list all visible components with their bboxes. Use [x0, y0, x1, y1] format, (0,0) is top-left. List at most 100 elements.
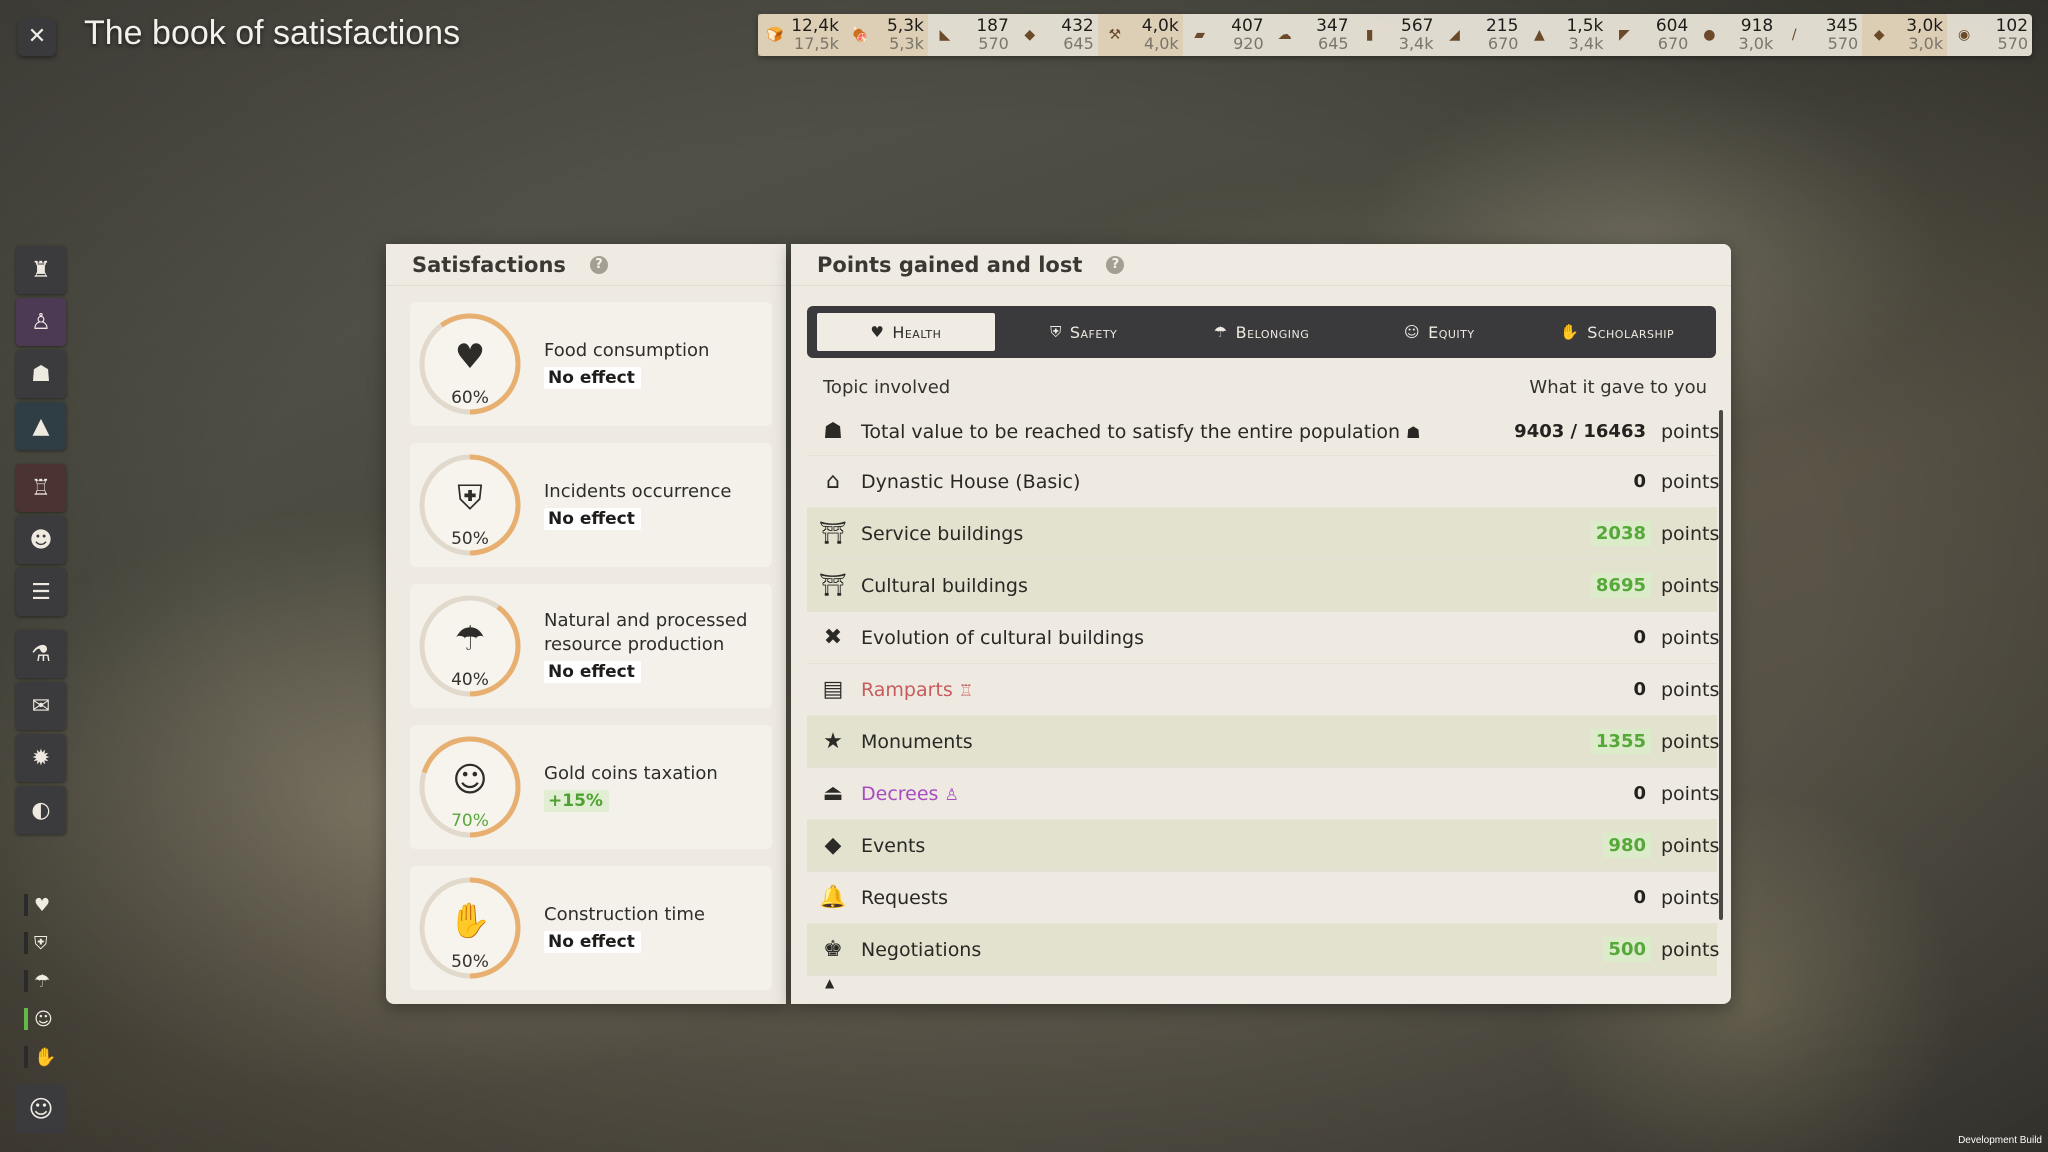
row-label-text: Requests [861, 886, 949, 909]
resource-item[interactable]: ◤ 604 670 [1607, 14, 1692, 56]
table-row[interactable]: ★ Monuments 1355 points [807, 716, 1719, 768]
mini-item[interactable]: ☂ [24, 968, 64, 994]
resource-max: 645 [1318, 34, 1349, 53]
mini-progress-bar [24, 932, 28, 954]
sword-icon: / [1791, 27, 1797, 43]
resource-item[interactable]: ▲ 1,5k 3,4k [1522, 14, 1607, 56]
satisfaction-gauge: ☺ 70% [414, 731, 526, 843]
row-unit: points [1661, 938, 1720, 961]
resource-max: 570 [978, 34, 1009, 53]
table-row[interactable]: ◆ Events 980 points [807, 820, 1719, 872]
close-button[interactable]: ✕ [18, 18, 56, 56]
resource-max: 3,4k [1398, 34, 1434, 53]
list-icon[interactable]: ☰ [16, 568, 66, 616]
scholarship-icon[interactable]: ▲ [16, 402, 66, 450]
settlement-icon[interactable]: ♜ [16, 246, 66, 294]
mini-item[interactable]: ☺ [24, 1006, 64, 1032]
resource-item[interactable]: ● 918 3,0k [1692, 14, 1777, 56]
tab-equity[interactable]: ☺ Equity [1350, 313, 1528, 351]
tab-belonging[interactable]: ☂ Belonging [1173, 313, 1351, 351]
table-row[interactable]: ⛩ Cultural buildings 8695 points [807, 560, 1719, 612]
row-value: 0 [1633, 783, 1646, 804]
table-row[interactable]: ⌂ Dynastic House (Basic) 0 points [807, 456, 1719, 508]
resource-max: 3,0k [1738, 34, 1774, 53]
mini-item[interactable]: ⛨ [24, 930, 64, 956]
mini-progress-bar [24, 1008, 28, 1030]
tab-label: Safety [1069, 322, 1118, 342]
row-label: Cultural buildings [861, 575, 1591, 597]
potion-icon[interactable]: ⚗ [16, 630, 66, 678]
tab-safety[interactable]: ⛨ Safety [995, 313, 1173, 351]
resource-item[interactable]: ▮ 567 3,4k [1353, 14, 1438, 56]
help-icon[interactable]: ? [1106, 255, 1125, 274]
resource-max: 645 [1063, 34, 1094, 53]
satisfactions-panel: Satisfactions ? ♥ 60% Food consumption No e… [386, 244, 786, 1004]
row-unit: points [1661, 522, 1720, 545]
satisfaction-card[interactable]: ⛨ 50% Incidents occurrence No effect [410, 443, 772, 567]
resource-item[interactable]: 🍞 12,4k 17,5k [758, 14, 843, 56]
resource-item[interactable]: / 345 570 [1777, 14, 1862, 56]
table-row[interactable]: ⛩ Service buildings 2038 points [807, 508, 1720, 560]
resource-item[interactable]: ◣ 187 570 [928, 14, 1013, 56]
settings-icon[interactable]: ✹ [16, 734, 66, 782]
resource-item[interactable]: 🍖 5,3k 5,3k [842, 14, 928, 56]
development-build-label: Development Build [1958, 1135, 2042, 1146]
people-group-icon[interactable]: ☺ [16, 1084, 66, 1134]
resource-max: 17,5k [794, 34, 839, 53]
scrollbar[interactable] [1719, 410, 1723, 920]
row-label-text: Evolution of cultural buildings [861, 626, 1145, 649]
resource-item[interactable]: ⚒ 4,0k 4,0k [1097, 14, 1183, 56]
resource-max: 570 [1997, 34, 2029, 53]
gauge-percent: 40% [451, 670, 489, 690]
resource-values: 4,0k 4,0k [1130, 16, 1179, 53]
table-row[interactable]: ☗ Total value to be reached to satisfy th… [807, 408, 1720, 456]
decree-icon[interactable]: ♙ [16, 298, 66, 346]
mini-item[interactable]: ♥ [24, 892, 64, 918]
help-icon[interactable]: ? [589, 255, 608, 274]
monument-icon: ★ [823, 729, 843, 754]
resource-bar: 🍞 12,4k 17,5k 🍖 5,3k 5,3k ◣ 187 570 ◆ 432 645 ⚒ 4,0k 4… [758, 14, 2032, 56]
mail-icon[interactable]: ✉ [16, 682, 66, 730]
worker-icon: ⚒ [1108, 27, 1122, 43]
satisfaction-card[interactable]: ☂ 40% Natural and processed resource produ… [410, 584, 772, 708]
resource-item[interactable]: ◆ 432 645 [1013, 14, 1098, 56]
satisfactions-header: Satisfactions ? [386, 244, 786, 286]
resource-current: 345 [1825, 16, 1859, 36]
tab-scholarship[interactable]: ✋ Scholarship [1528, 313, 1706, 351]
resource-item[interactable]: ◢ 215 670 [1438, 14, 1523, 56]
table-row[interactable]: ▤ Ramparts ♖ 0 points [807, 664, 1719, 716]
satisfaction-card[interactable]: ✋ 50% Construction time No effect [410, 866, 772, 990]
table-row[interactable]: ✖ Evolution of cultural buildings 0 points [807, 612, 1720, 664]
row-suffix-icon: ♙ [944, 784, 959, 804]
population-icon[interactable]: ☗ [16, 350, 66, 398]
satisfaction-card[interactable]: ♥ 60% Food consumption No effect [410, 302, 772, 426]
table-row[interactable]: 🔔 Requests 0 points [807, 872, 1719, 924]
satisfaction-effect: No effect [544, 367, 641, 389]
resource-item[interactable]: ◆ 3,0k 3,0k [1862, 14, 1948, 56]
resource-max: 570 [1827, 34, 1859, 53]
row-label: Service buildings [861, 523, 1591, 545]
column-topic: Topic involved [823, 376, 951, 398]
mini-item[interactable]: ✋ [24, 1044, 64, 1070]
shield-icon: ⛨ [457, 478, 483, 518]
resource-item[interactable]: ☁ 347 645 [1268, 14, 1353, 56]
resource-current: 4,0k [1141, 16, 1179, 36]
table-row[interactable]: ♚ Negotiations 500 points [807, 924, 1720, 976]
satisfaction-effect: No effect [544, 931, 641, 953]
trophy-icon[interactable]: ♖ [16, 464, 66, 512]
resource-current: 432 [1061, 16, 1094, 36]
row-unit: points [1661, 626, 1720, 649]
satisfactions-title: Satisfactions [412, 252, 566, 277]
bell-icon: 🔔 [819, 885, 847, 910]
family-icon[interactable]: ☻ [16, 516, 66, 564]
resource-item[interactable]: ▰ 407 920 [1183, 14, 1268, 56]
row-unit: points [1661, 420, 1720, 443]
tab-health[interactable]: ♥ Health [817, 313, 995, 351]
resource-item[interactable]: ◉ 102 570 [1947, 14, 2032, 56]
globe-icon[interactable]: ◐ [16, 786, 66, 834]
satisfaction-effect: No effect [544, 661, 641, 683]
resource-values: 3,0k 3,0k [1894, 18, 1943, 53]
satisfaction-card[interactable]: ☺ 70% Gold coins taxation +15% [410, 725, 772, 849]
resource-current: 1,5k [1566, 16, 1604, 36]
table-row[interactable]: ⏏ Decrees ♙ 0 points [807, 768, 1719, 820]
